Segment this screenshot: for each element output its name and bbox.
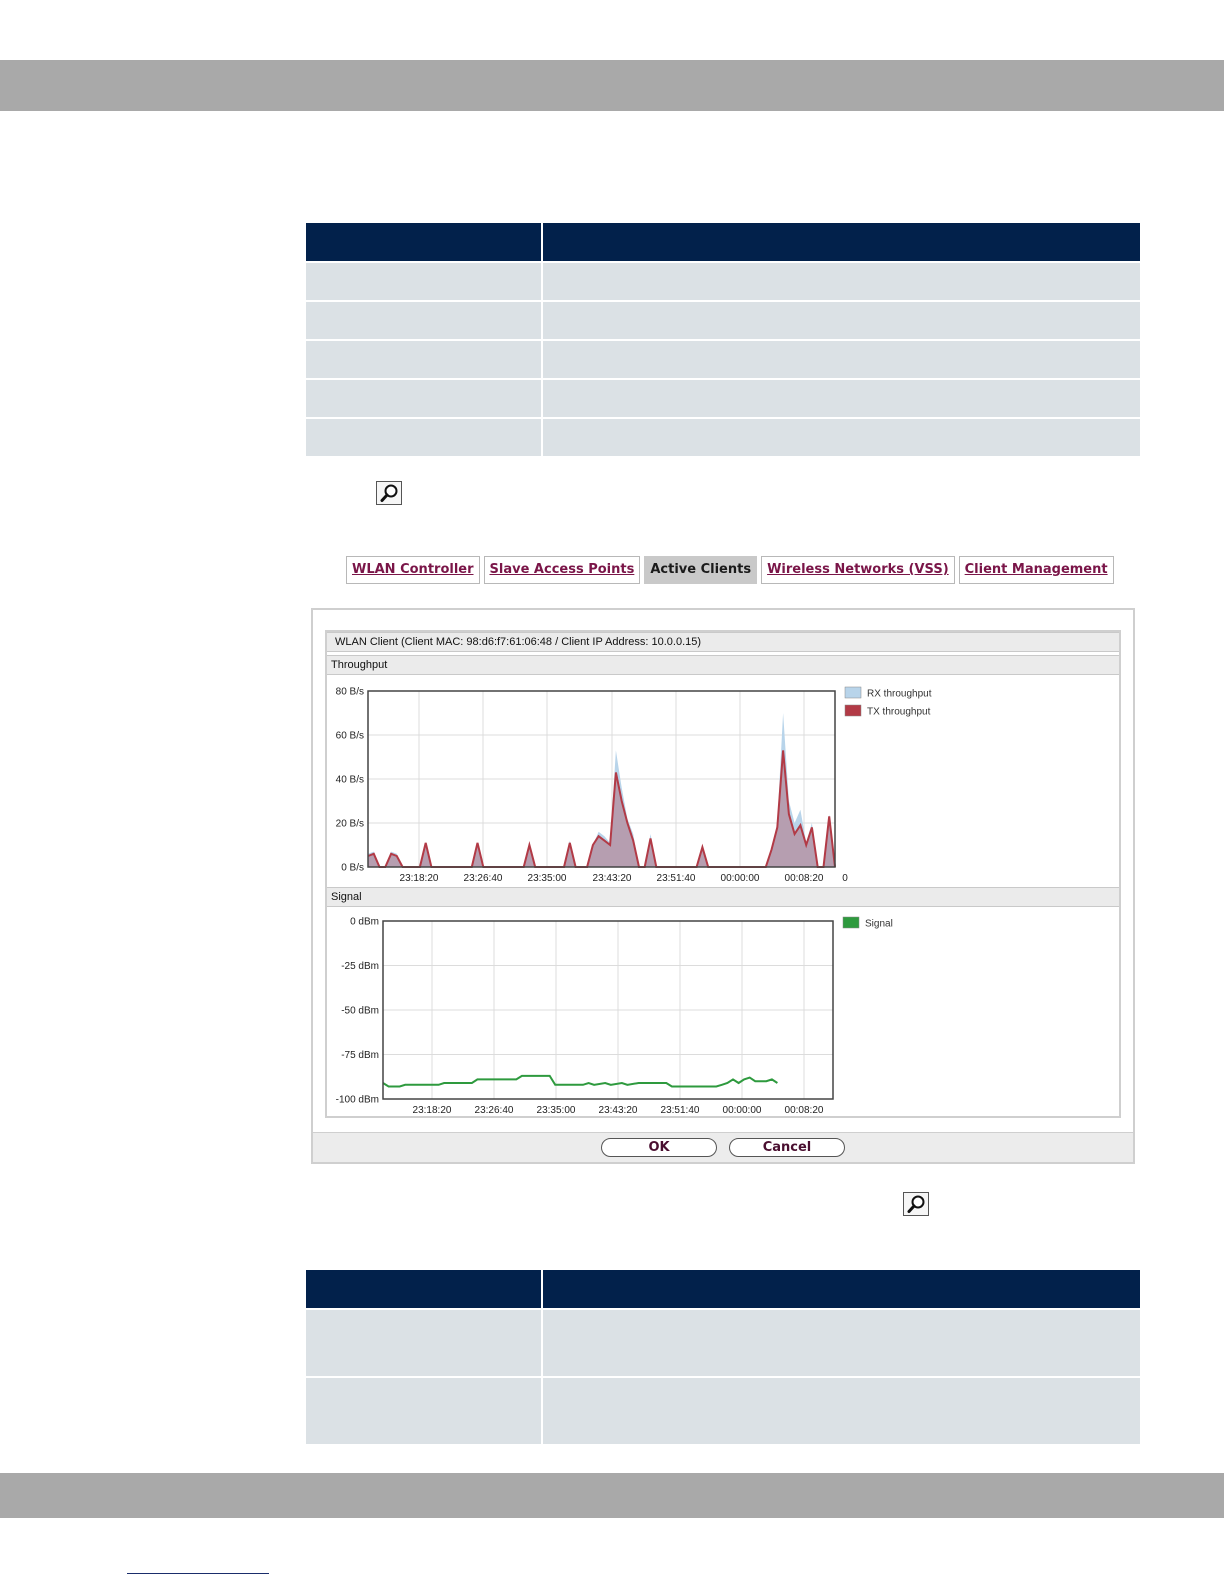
dialog-title: WLAN Client (Client MAC: 98:d6:f7:61:06:… xyxy=(327,632,1119,652)
parameter-table-2 xyxy=(306,1270,1140,1444)
y-tick-label: 80 B/s xyxy=(336,687,364,698)
x-tick-label: 23:35:00 xyxy=(528,873,567,884)
y-tick-label: 20 B/s xyxy=(336,819,364,830)
dialog-footer: OK Cancel xyxy=(313,1132,1133,1162)
x-tick-label: 00:08:20 xyxy=(785,1105,824,1116)
tab-bar: WLAN Controller Slave Access Points Acti… xyxy=(346,556,1114,584)
legend-label: Signal xyxy=(865,919,893,930)
x-tick-label: 00:08:20 xyxy=(785,873,824,884)
bottom-band xyxy=(0,1473,1224,1518)
y-tick-label: -75 dBm xyxy=(341,1050,379,1061)
client-panel: WLAN Client (Client MAC: 98:d6:f7:61:06:… xyxy=(325,630,1121,1118)
table-header xyxy=(306,223,1140,262)
table-row xyxy=(306,417,1140,456)
table-row xyxy=(306,1376,1140,1444)
tab-active-clients[interactable]: Active Clients xyxy=(644,556,758,584)
y-tick-label: 60 B/s xyxy=(336,731,364,742)
client-dialog: WLAN Client (Client MAC: 98:d6:f7:61:06:… xyxy=(311,608,1135,1164)
magnifier-icon xyxy=(903,1192,929,1216)
x-tick-label: 23:18:20 xyxy=(400,873,439,884)
footnote-rule xyxy=(127,1573,269,1574)
y-tick-label: -25 dBm xyxy=(341,961,379,972)
x-tick-label: 23:51:40 xyxy=(657,873,696,884)
signal-chart: 0 dBm -25 dBm -50 dBm -75 dBm -100 dBm 23:18:… xyxy=(336,916,893,1117)
y-tick-label: 0 dBm xyxy=(350,917,379,928)
x-end-label: 0 xyxy=(842,873,848,884)
table-row xyxy=(306,1308,1140,1377)
tab-wireless-networks[interactable]: Wireless Networks (VSS) xyxy=(761,556,955,584)
x-tick-label: 23:43:20 xyxy=(593,873,632,884)
table-row xyxy=(306,300,1140,340)
tab-wlan-controller[interactable]: WLAN Controller xyxy=(346,556,480,584)
x-tick-label: 23:51:40 xyxy=(661,1105,700,1116)
table-row xyxy=(306,378,1140,418)
legend-swatch xyxy=(844,704,862,717)
x-tick-label: 23:26:40 xyxy=(475,1105,514,1116)
x-tick-label: 00:00:00 xyxy=(723,1105,762,1116)
tab-client-management[interactable]: Client Management xyxy=(958,556,1114,584)
y-tick-label: 40 B/s xyxy=(336,775,364,786)
y-tick-label: -100 dBm xyxy=(336,1095,379,1106)
legend-swatch xyxy=(844,686,862,699)
top-band xyxy=(0,60,1224,111)
table-row xyxy=(306,339,1140,379)
y-tick-label: -50 dBm xyxy=(341,1006,379,1017)
magnifier-icon xyxy=(376,481,402,505)
cancel-button[interactable]: Cancel xyxy=(729,1138,845,1157)
signal-section-title: Signal xyxy=(327,887,1119,907)
legend-label: TX throughput xyxy=(867,707,931,718)
parameter-table-1 xyxy=(306,223,1140,456)
x-tick-label: 00:00:00 xyxy=(721,873,760,884)
legend-label: RX throughput xyxy=(867,689,932,700)
table-row xyxy=(306,261,1140,301)
x-tick-label: 23:26:40 xyxy=(464,873,503,884)
y-tick-label: 0 B/s xyxy=(341,863,364,874)
x-tick-label: 23:43:20 xyxy=(599,1105,638,1116)
throughput-chart: 80 B/s 60 B/s 40 B/s 20 B/s 0 B/s 23:18:20 23:… xyxy=(336,686,932,885)
legend-swatch xyxy=(842,916,860,929)
tab-slave-access-points[interactable]: Slave Access Points xyxy=(483,556,641,584)
x-tick-label: 23:18:20 xyxy=(413,1105,452,1116)
table-header xyxy=(306,1270,1140,1309)
throughput-section-title: Throughput xyxy=(327,655,1119,675)
ok-button[interactable]: OK xyxy=(601,1138,717,1157)
x-tick-label: 23:35:00 xyxy=(537,1105,576,1116)
